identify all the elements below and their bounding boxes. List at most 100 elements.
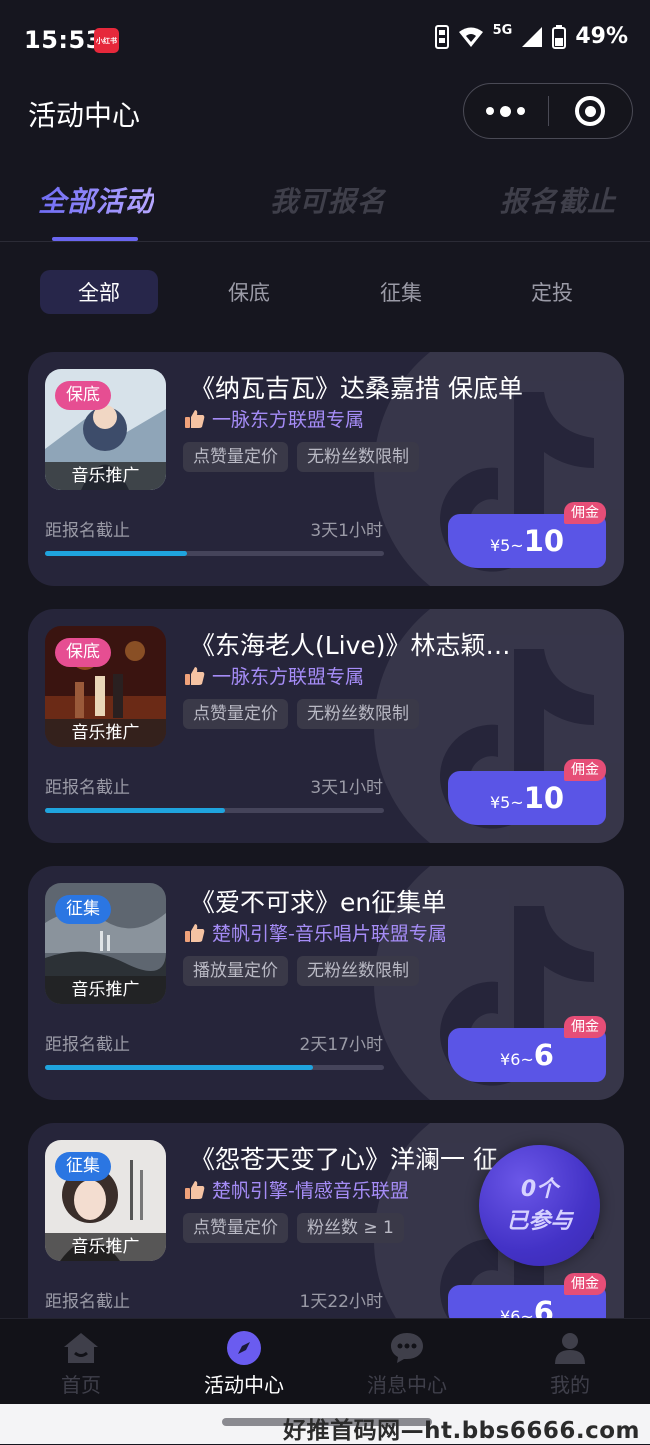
pricing-chip: 点赞量定价 (183, 442, 288, 472)
commission-badge: 佣金 (564, 1273, 606, 1295)
chip-list: 点赞量定价 粉丝数 ≥ 1 (183, 1213, 404, 1243)
cover-caption: 音乐推广 (45, 462, 166, 490)
progress-fill (45, 1065, 313, 1070)
system-icons: 5G 49% (434, 23, 628, 49)
category-tag: 保底 (55, 638, 111, 667)
organizer-name: 一脉东方联盟专属 (212, 666, 365, 688)
cover-caption: 音乐推广 (45, 976, 166, 1004)
category-tag: 征集 (55, 895, 111, 924)
chip-list: 播放量定价 无粉丝数限制 (183, 956, 419, 986)
organizer-name: 楚帆引擎-音乐唱片联盟专属 (212, 923, 447, 945)
filter-fixed-investment[interactable]: 定投 (493, 270, 611, 314)
pricing-chip: 播放量定价 (183, 956, 288, 986)
footer-watermark: 好推首码网—ht.bbs6666.com (283, 1418, 640, 1444)
fan-limit-chip: 粉丝数 ≥ 1 (297, 1213, 404, 1243)
commission-badge: 佣金 (564, 1016, 606, 1038)
chip-list: 点赞量定价 无粉丝数限制 (183, 699, 419, 729)
commission-badge: 佣金 (564, 502, 606, 524)
page-title: 活动中心 (28, 99, 141, 132)
fan-limit-chip: 无粉丝数限制 (297, 956, 419, 986)
wifi-icon (458, 27, 483, 47)
price-low: ¥6~ (500, 1050, 534, 1069)
joined-count: 0个 (520, 1176, 559, 1202)
category-tag: 保底 (55, 381, 111, 410)
status-time: 15:53 (24, 26, 103, 54)
price-high: 10 (523, 781, 565, 815)
tabbar-home[interactable]: 首页 (16, 1319, 146, 1405)
progress-fill (45, 808, 225, 813)
deadline-label: 距报名截止 (45, 1292, 130, 1312)
tabbar-activity-center[interactable]: 活动中心 (179, 1319, 309, 1405)
cover-image: 保底 音乐推广 (45, 369, 166, 490)
battery-icon (552, 24, 567, 49)
chat-bubble-icon (388, 1329, 426, 1367)
deadline-progress (45, 1065, 384, 1070)
progress-fill (45, 551, 188, 556)
tabbar-messages[interactable]: 消息中心 (342, 1319, 472, 1405)
cover-image: 征集 音乐推广 (45, 883, 166, 1004)
deadline-label: 距报名截止 (45, 521, 130, 541)
card-title: 《东海老人(Live)》林志颖… (190, 631, 511, 660)
sim-icon (434, 24, 449, 49)
tabbar-mine[interactable]: 我的 (505, 1319, 635, 1405)
fan-limit-chip: 无粉丝数限制 (297, 442, 419, 472)
tab-registration-closed[interactable]: 报名截止 (500, 180, 616, 220)
tabbar-label: 活动中心 (204, 1373, 284, 1397)
joined-count-button[interactable]: 0个 已参与 (479, 1145, 600, 1266)
price-low: ¥5~ (489, 793, 524, 812)
cover-image: 征集 音乐推广 (45, 1140, 166, 1261)
organizer: 一脉东方联盟专属 (184, 405, 364, 432)
activity-card[interactable]: 保底 音乐推广 《纳瓦吉瓦》达桑嘉措 保底单 一脉东方联盟专属 点赞量定价 无粉… (28, 352, 624, 586)
activity-card[interactable]: 保底 音乐推广 《东海老人(Live)》林志颖… 一脉东方联盟专属 点赞量定价 … (28, 609, 624, 843)
organizer: 楚帆引擎-情感音乐联盟 (184, 1176, 409, 1203)
cover-caption: 音乐推广 (45, 1233, 166, 1261)
cover-image: 保底 音乐推广 (45, 626, 166, 747)
chip-list: 点赞量定价 无粉丝数限制 (183, 442, 419, 472)
tab-all-activities[interactable]: 全部活动 (38, 180, 154, 220)
organizer: 楚帆引擎-音乐唱片联盟专属 (184, 919, 447, 946)
organizer: 一脉东方联盟专属 (184, 662, 364, 689)
filter-guarantee[interactable]: 保底 (190, 270, 308, 314)
organizer-name: 楚帆引擎-情感音乐联盟 (212, 1180, 409, 1202)
app-badge-icon: 小红书 (94, 28, 119, 53)
tab-can-register[interactable]: 我可报名 (270, 180, 386, 220)
price-low: ¥5~ (489, 536, 524, 555)
home-icon (62, 1329, 100, 1367)
filter-all[interactable]: 全部 (40, 270, 158, 314)
tabbar-label: 我的 (550, 1373, 590, 1397)
price-high: 10 (523, 524, 565, 558)
deadline-label: 距报名截止 (45, 778, 130, 798)
filter-tabs: 全部 保底 征集 定投 (0, 270, 650, 316)
fan-limit-chip: 无粉丝数限制 (297, 699, 419, 729)
compass-icon (225, 1329, 263, 1367)
thumbs-up-icon (185, 923, 205, 942)
activity-card[interactable]: 征集 音乐推广 《爱不可求》en征集单 楚帆引擎-音乐唱片联盟专属 播放量定价 … (28, 866, 624, 1100)
time-remaining: 3天1小时 (310, 521, 383, 541)
deadline-label: 距报名截止 (45, 1035, 130, 1055)
status-bar: 15:53 小红书 5G 49% (0, 0, 650, 80)
thumbs-up-icon (185, 1180, 205, 1199)
time-remaining: 3天1小时 (310, 778, 383, 798)
network-type: 5G (492, 23, 513, 38)
deadline-progress (45, 551, 384, 556)
deadline-progress (45, 808, 384, 813)
tabbar-label: 首页 (61, 1373, 101, 1397)
thumbs-up-icon (185, 666, 205, 685)
signal-icon (522, 26, 543, 47)
commission-badge: 佣金 (564, 759, 606, 781)
tabbar-label: 消息中心 (367, 1373, 447, 1397)
card-title: 《怨苍天变了心》洋澜一 征 (190, 1145, 498, 1174)
thumbs-up-icon (185, 409, 205, 428)
pricing-chip: 点赞量定价 (183, 699, 288, 729)
pricing-chip: 点赞量定价 (183, 1213, 288, 1243)
user-icon (551, 1329, 589, 1367)
title-bar: 活动中心 (0, 80, 650, 146)
bottom-tab-bar: 首页 活动中心 消息中心 我的 (0, 1318, 650, 1404)
target-circle-icon[interactable] (549, 84, 633, 138)
cover-caption: 音乐推广 (45, 719, 166, 747)
mini-program-capsule (463, 83, 633, 139)
more-dots-icon[interactable] (464, 84, 548, 138)
active-tab-indicator (52, 237, 138, 241)
filter-collection[interactable]: 征集 (342, 270, 460, 314)
card-title: 《爱不可求》en征集单 (190, 888, 447, 917)
